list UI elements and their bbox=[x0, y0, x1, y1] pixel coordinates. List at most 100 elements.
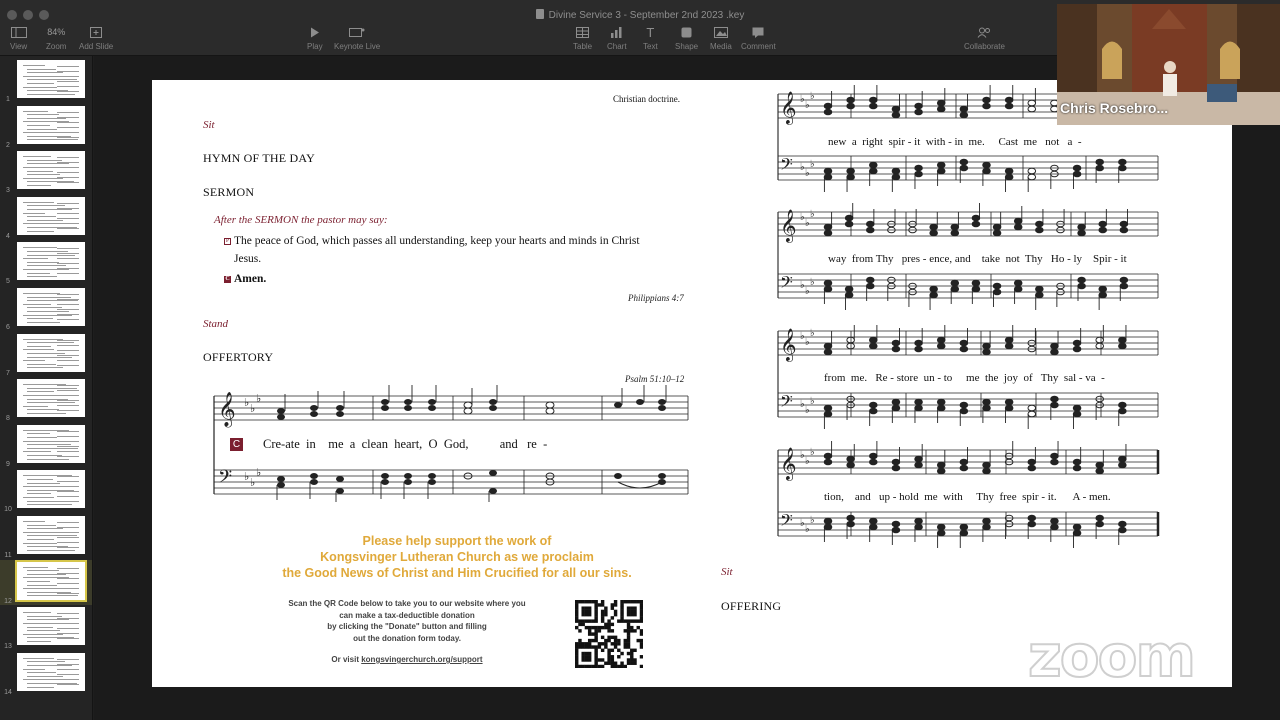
svg-text:♭: ♭ bbox=[805, 524, 810, 535]
svg-text:♭: ♭ bbox=[810, 277, 815, 288]
slide-preview bbox=[17, 60, 85, 98]
slide-preview bbox=[17, 105, 85, 144]
zoom-level: 84% bbox=[47, 27, 66, 37]
slide-preview bbox=[17, 516, 85, 554]
play-button[interactable]: Play bbox=[307, 26, 323, 51]
document-icon bbox=[535, 9, 544, 19]
slide-preview bbox=[17, 151, 85, 190]
participant-name: Chris Rosebro... bbox=[1060, 100, 1169, 116]
promo-line-3: the Good News of Christ and Him Crucifie… bbox=[282, 566, 632, 580]
treble-clef-icon: 𝄞 bbox=[780, 91, 797, 125]
play-icon bbox=[310, 26, 320, 38]
svg-text:♭: ♭ bbox=[800, 280, 805, 291]
slide-number: 5 bbox=[6, 278, 10, 286]
svg-text:♭: ♭ bbox=[810, 396, 815, 407]
svg-text:♭: ♭ bbox=[805, 286, 810, 297]
collaborate-button[interactable]: Collaborate bbox=[964, 26, 1005, 51]
slide-thumbnail[interactable]: 14 bbox=[0, 651, 92, 696]
offertory-lyric: C Cre-ate in me a clean heart, O God, and… bbox=[230, 437, 547, 452]
pastor-mark: P bbox=[224, 238, 231, 245]
svg-text:♭: ♭ bbox=[805, 337, 810, 348]
shape-button[interactable]: Shape bbox=[675, 26, 698, 51]
slide-thumbnail[interactable]: 6 bbox=[0, 286, 92, 331]
slide-number: 9 bbox=[6, 460, 10, 468]
svg-text:♭: ♭ bbox=[256, 466, 261, 479]
lyric-line-4: tion, and up - hold me with Thy free spi… bbox=[824, 491, 1111, 503]
support-link[interactable]: kongsvingerchurch.org/support bbox=[361, 655, 482, 664]
offertory-music-continued: 𝄞𝄢♭♭♭♭♭♭𝄞𝄢♭♭♭♭♭♭𝄞𝄢♭♭♭♭♭♭𝄞𝄢♭♭♭♭♭♭ bbox=[777, 85, 1160, 548]
table-icon bbox=[576, 26, 590, 38]
view-icon bbox=[10, 26, 27, 38]
slide-thumbnail[interactable]: 9 bbox=[0, 423, 92, 468]
keynote-live-button[interactable]: Keynote Live bbox=[334, 26, 380, 51]
slide-thumbnail[interactable]: 1 bbox=[0, 58, 92, 103]
slide-thumbnail[interactable]: 3 bbox=[0, 149, 92, 194]
treble-clef-icon: 𝄞 bbox=[780, 209, 797, 243]
slide-thumbnail[interactable]: 7 bbox=[0, 332, 92, 377]
media-button[interactable]: Media bbox=[710, 26, 732, 51]
slide-preview bbox=[17, 288, 85, 326]
current-slide[interactable]: Christian doctrine. Sit HYMN OF THE DAY … bbox=[152, 80, 1232, 687]
table-button[interactable]: Table bbox=[573, 26, 592, 51]
slide-number: 1 bbox=[6, 96, 10, 103]
collaborate-icon bbox=[977, 26, 991, 38]
stand-rubric: Stand bbox=[203, 318, 229, 330]
svg-text:♭: ♭ bbox=[250, 402, 255, 415]
slide-thumbnail[interactable]: 2 bbox=[0, 104, 92, 149]
slide-number: 4 bbox=[6, 232, 10, 240]
svg-text:♭: ♭ bbox=[805, 218, 810, 229]
slide-number: 13 bbox=[4, 643, 12, 651]
chart-icon bbox=[610, 26, 623, 38]
plus-icon bbox=[89, 26, 103, 38]
svg-text:♭: ♭ bbox=[256, 392, 261, 405]
slide-thumbnail[interactable]: 13 bbox=[0, 605, 92, 651]
slide-navigator[interactable]: 1 2 3 4 5 6 7 8 9 10 11 12 13 14 bbox=[0, 56, 93, 720]
promo-line-1: Please help support the work of bbox=[362, 534, 552, 548]
zoom-button[interactable]: 84% Zoom bbox=[46, 26, 66, 51]
slide-thumbnail[interactable]: 12 bbox=[0, 559, 92, 605]
svg-text:♭: ♭ bbox=[805, 405, 810, 416]
congregation-mark-large: C bbox=[230, 438, 243, 451]
slide-preview bbox=[17, 424, 85, 463]
comment-button[interactable]: Comment bbox=[741, 26, 776, 51]
treble-clef-icon: 𝄞 bbox=[780, 447, 797, 481]
promo-line-2: Kongsvinger Lutheran Church as we procla… bbox=[320, 550, 594, 564]
slide-thumbnail[interactable]: 4 bbox=[0, 195, 92, 240]
shape-icon bbox=[681, 26, 692, 38]
slide-preview bbox=[17, 652, 85, 691]
slide-preview bbox=[17, 196, 85, 235]
svg-text:♭: ♭ bbox=[800, 450, 805, 461]
add-slide-button[interactable]: Add Slide bbox=[79, 26, 113, 51]
offering-heading: OFFERING bbox=[721, 599, 782, 613]
text-button[interactable]: T Text bbox=[643, 24, 658, 52]
slide-thumbnail[interactable]: 11 bbox=[0, 514, 92, 559]
svg-text:♭: ♭ bbox=[810, 209, 815, 220]
svg-text:♭: ♭ bbox=[805, 100, 810, 111]
slide-number: 10 bbox=[4, 506, 12, 514]
congregation-amen: C Amen. bbox=[224, 273, 267, 285]
svg-text:♭: ♭ bbox=[800, 162, 805, 173]
svg-text:♭: ♭ bbox=[810, 159, 815, 170]
svg-text:♭: ♭ bbox=[810, 447, 815, 458]
donation-instructions: Scan the QR Code below to take you to ou… bbox=[288, 599, 526, 664]
view-button[interactable]: View bbox=[10, 26, 27, 51]
svg-text:♭: ♭ bbox=[810, 328, 815, 339]
sermon-heading: SERMON bbox=[203, 185, 255, 199]
svg-text:♭: ♭ bbox=[800, 399, 805, 410]
congregation-mark: C bbox=[224, 276, 231, 283]
slide-preview bbox=[17, 379, 85, 418]
svg-text:♭: ♭ bbox=[800, 94, 805, 105]
slide-thumbnail[interactable]: 8 bbox=[0, 377, 92, 422]
slide-preview bbox=[17, 333, 85, 372]
treble-clef-icon: 𝄞 bbox=[780, 328, 797, 362]
slide-thumbnail[interactable]: 5 bbox=[0, 240, 92, 286]
svg-text:♭: ♭ bbox=[810, 515, 815, 526]
bass-clef-icon: 𝄢 bbox=[218, 467, 232, 492]
slide-thumbnail[interactable]: 10 bbox=[0, 468, 92, 514]
after-sermon-rubric: After the SERMON the pastor may say: bbox=[214, 214, 388, 226]
chart-button[interactable]: Chart bbox=[607, 26, 627, 51]
slide-number: 6 bbox=[6, 324, 10, 331]
text-icon: T bbox=[646, 24, 655, 40]
peace-blessing: P The peace of God, which passes all unde… bbox=[224, 235, 640, 265]
offertory-heading: OFFERTORY bbox=[203, 350, 274, 364]
